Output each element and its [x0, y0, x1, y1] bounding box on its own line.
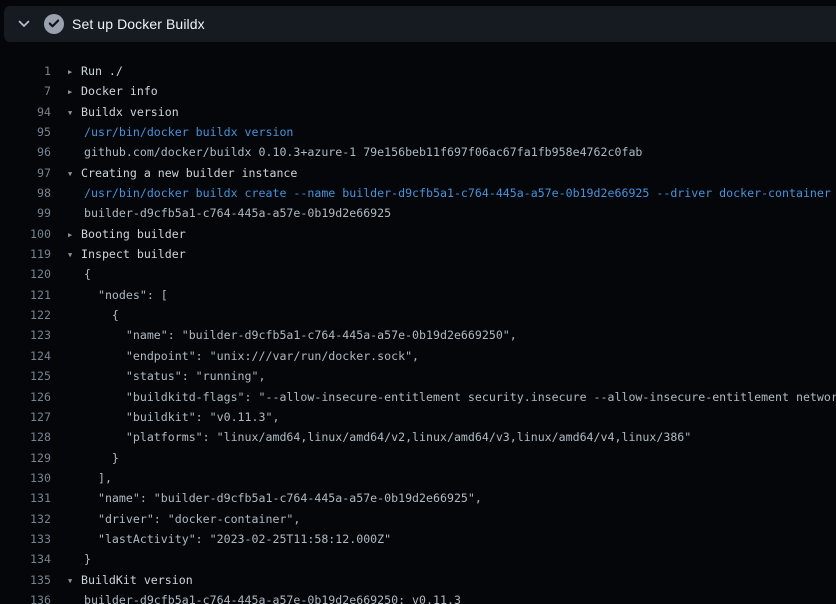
line-number[interactable]: 94 [0, 102, 51, 122]
log-text: "buildkit": "v0.11.3", [68, 410, 279, 424]
line-number[interactable]: 121 [0, 285, 51, 305]
log-line: 127 "buildkit": "v0.11.3", [0, 407, 836, 427]
line-number[interactable]: 133 [0, 529, 51, 549]
log-text: Docker info [81, 84, 158, 98]
log-line: 136 builder-d9cfb5a1-c764-445a-a57e-0b19d… [0, 590, 836, 604]
log-line: 125 "status": "running", [0, 366, 836, 386]
line-number[interactable]: 1 [0, 61, 51, 81]
log-text: "lastActivity": "2023-02-25T11:58:12.000… [68, 532, 391, 546]
log-text: builder-d9cfb5a1-c764-445a-a57e-0b19d2e6… [68, 593, 461, 604]
line-number[interactable]: 127 [0, 407, 51, 427]
log-text: Inspect builder [81, 247, 186, 261]
log-text: /usr/bin/docker buildx version [68, 125, 293, 139]
log-line[interactable]: 7 ▶Docker info [0, 81, 836, 101]
log-text: "endpoint": "unix:///var/run/docker.sock… [68, 349, 419, 363]
log-text: BuildKit version [81, 573, 193, 587]
log-line: 133 "lastActivity": "2023-02-25T11:58:12… [0, 529, 836, 549]
line-number[interactable]: 136 [0, 590, 51, 604]
log-text: "driver": "docker-container", [68, 512, 300, 526]
log-line: 126 "buildkitd-flags": "--allow-insecure… [0, 387, 836, 407]
line-number[interactable]: 95 [0, 122, 51, 142]
log-line: 130 ], [0, 468, 836, 488]
triangle-right-icon: ▶ [68, 62, 81, 82]
triangle-down-icon: ▼ [68, 164, 81, 184]
line-number[interactable]: 124 [0, 346, 51, 366]
log-line: 123 "name": "builder-d9cfb5a1-c764-445a-… [0, 325, 836, 345]
line-number[interactable]: 130 [0, 468, 51, 488]
line-number[interactable]: 132 [0, 509, 51, 529]
triangle-down-icon: ▼ [68, 103, 81, 123]
log-text: "name": "builder-d9cfb5a1-c764-445a-a57e… [68, 328, 517, 342]
line-number[interactable]: 125 [0, 366, 51, 386]
log-text: "status": "running", [68, 369, 265, 383]
triangle-right-icon: ▶ [68, 225, 81, 245]
chevron-down-icon[interactable] [18, 20, 30, 28]
log-text: Buildx version [81, 105, 179, 119]
line-number[interactable]: 131 [0, 488, 51, 508]
log-line: 99 builder-d9cfb5a1-c764-445a-a57e-0b19d2… [0, 203, 836, 223]
step-title: Set up Docker Buildx [72, 16, 205, 32]
line-number[interactable]: 119 [0, 244, 51, 264]
log-text: { [68, 267, 91, 281]
line-number[interactable]: 126 [0, 387, 51, 407]
triangle-right-icon: ▶ [68, 82, 81, 102]
line-number[interactable]: 7 [0, 81, 51, 101]
line-number[interactable]: 120 [0, 264, 51, 284]
log-line: 98/usr/bin/docker buildx create --name b… [0, 183, 836, 203]
log-line: 121 "nodes": [ [0, 285, 836, 305]
log-text: ], [68, 471, 112, 485]
line-number[interactable]: 123 [0, 325, 51, 345]
log-text: "nodes": [ [68, 288, 168, 302]
line-number[interactable]: 129 [0, 448, 51, 468]
log-line: 128 "platforms": "linux/amd64,linux/amd6… [0, 427, 836, 447]
log-line: 95/usr/bin/docker buildx version [0, 122, 836, 142]
log-line: 131 "name": "builder-d9cfb5a1-c764-445a-… [0, 488, 836, 508]
line-number[interactable]: 134 [0, 549, 51, 569]
line-number[interactable]: 122 [0, 305, 51, 325]
log-text: github.com/docker/buildx 0.10.3+azure-1 … [68, 145, 642, 159]
log-text: "buildkitd-flags": "--allow-insecure-ent… [68, 390, 836, 404]
step-header[interactable]: Set up Docker Buildx [4, 6, 836, 42]
log-text: "platforms": "linux/amd64,linux/amd64/v2… [68, 430, 691, 444]
triangle-down-icon: ▼ [68, 571, 81, 591]
triangle-down-icon: ▼ [68, 245, 81, 265]
log-line: 129 } [0, 448, 836, 468]
log-line[interactable]: 97 ▼Creating a new builder instance [0, 163, 836, 183]
log-line: 134} [0, 549, 836, 569]
line-number[interactable]: 96 [0, 142, 51, 162]
log-text: builder-d9cfb5a1-c764-445a-a57e-0b19d2e6… [68, 206, 391, 220]
line-number[interactable]: 99 [0, 203, 51, 223]
log-line: 124 "endpoint": "unix:///var/run/docker.… [0, 346, 836, 366]
log-text: Booting builder [81, 227, 186, 241]
log-line[interactable]: 94 ▼Buildx version [0, 102, 836, 122]
line-number[interactable]: 135 [0, 570, 51, 590]
line-number[interactable]: 98 [0, 183, 51, 203]
log-text: } [68, 552, 91, 566]
log-line[interactable]: 100 ▶Booting builder [0, 224, 836, 244]
log-text: Creating a new builder instance [81, 166, 297, 180]
log-text: Run ./ [81, 64, 123, 78]
log-line[interactable]: 119 ▼Inspect builder [0, 244, 836, 264]
log-text: } [68, 451, 119, 465]
log-text: "name": "builder-d9cfb5a1-c764-445a-a57e… [68, 491, 482, 505]
log-line[interactable]: 1 ▶Run ./ [0, 61, 836, 81]
log-line: 96 github.com/docker/buildx 0.10.3+azure-… [0, 142, 836, 162]
line-number[interactable]: 128 [0, 427, 51, 447]
log-text: { [68, 308, 119, 322]
log-line: 132 "driver": "docker-container", [0, 509, 836, 529]
log-area[interactable]: 1▶Run ./7▶Docker info94▼Buildx version95… [0, 42, 836, 604]
line-number[interactable]: 100 [0, 224, 51, 244]
log-line: 120 { [0, 264, 836, 284]
log-line[interactable]: 135 ▼BuildKit version [0, 570, 836, 590]
log-text: /usr/bin/docker buildx create --name bui… [68, 186, 831, 200]
log-line: 122 { [0, 305, 836, 325]
check-circle-icon [44, 14, 64, 34]
line-number[interactable]: 97 [0, 163, 51, 183]
